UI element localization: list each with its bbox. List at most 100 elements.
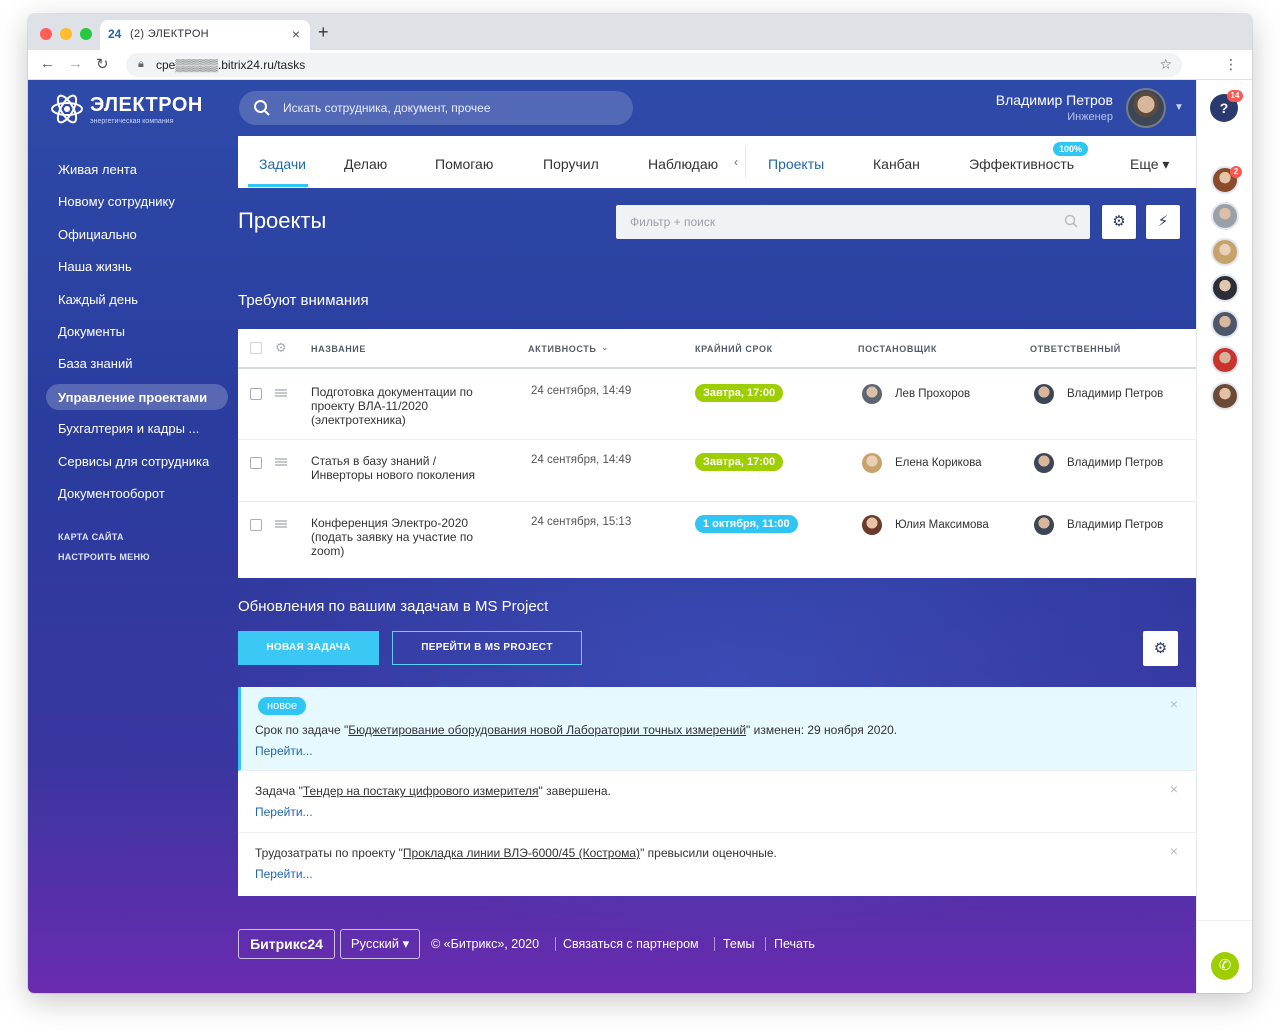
sidebar-item-employee-services[interactable]: Сервисы для сотрудника xyxy=(46,446,228,478)
address-bar[interactable]: 🔒︎ cpe▒▒▒▒▒.bitrix24.ru/tasks ☆ xyxy=(126,53,1182,77)
sitemap-link[interactable]: КАРТА САЙТА xyxy=(46,524,228,550)
avatar[interactable] xyxy=(862,384,882,404)
tab-projects[interactable]: Проекты xyxy=(768,156,824,172)
minimize-window-button[interactable] xyxy=(60,28,72,40)
responsible-name[interactable]: Владимир Петров xyxy=(1067,388,1163,400)
sidebar-item-our-life[interactable]: Наша жизнь xyxy=(46,251,228,283)
drag-handle-icon[interactable] xyxy=(275,389,287,397)
filter-search-input[interactable]: Фильтр + поиск xyxy=(616,205,1090,239)
column-responsible[interactable]: ОТВЕТСТВЕННЫЙ xyxy=(1030,344,1121,354)
maximize-window-button[interactable] xyxy=(80,28,92,40)
contact-partner-link[interactable]: Связаться с партнером xyxy=(563,937,699,951)
chevron-left-icon[interactable]: ‹ xyxy=(734,155,738,169)
tab-watching[interactable]: Наблюдаю xyxy=(648,156,718,172)
notice-task-link[interactable]: Тендер на постаку цифрового измерителя xyxy=(303,784,539,798)
notice-project-link[interactable]: Прокладка линии ВЛЭ-6000/45 (Кострома) xyxy=(403,846,640,860)
print-link[interactable]: Печать xyxy=(774,937,815,951)
column-creator[interactable]: ПОСТАНОВЩИК xyxy=(858,344,937,354)
tab-helping[interactable]: Помогаю xyxy=(435,156,493,172)
avatar[interactable] xyxy=(862,453,882,473)
bookmark-star-icon[interactable]: ☆ xyxy=(1159,56,1172,73)
row-checkbox[interactable] xyxy=(250,388,262,400)
deadline-badge[interactable]: Завтра, 17:00 xyxy=(695,384,784,402)
tab-tasks[interactable]: Задачи xyxy=(259,156,306,172)
avatar[interactable] xyxy=(862,515,882,535)
colleague-avatar[interactable] xyxy=(1211,202,1239,230)
column-name[interactable]: НАЗВАНИЕ xyxy=(311,344,366,354)
creator-name[interactable]: Лев Прохоров xyxy=(895,388,970,400)
user-avatar[interactable] xyxy=(1126,88,1166,128)
tab-doing[interactable]: Делаю xyxy=(344,156,387,172)
avatar[interactable] xyxy=(1034,384,1054,404)
colleague-avatar[interactable] xyxy=(1211,238,1239,266)
avatar[interactable] xyxy=(1034,515,1054,535)
chevron-down-icon[interactable]: ▼ xyxy=(1174,102,1184,113)
sidebar-item-every-day[interactable]: Каждый день xyxy=(46,284,228,316)
column-deadline[interactable]: КРАЙНИЙ СРОК xyxy=(695,344,773,354)
close-icon[interactable]: × xyxy=(1170,696,1178,712)
sidebar-item-new-employee[interactable]: Новому сотруднику xyxy=(46,186,228,218)
sidebar-item-official[interactable]: Официально xyxy=(46,219,228,251)
table-row[interactable]: Конференция Электро-2020 (подать заявку … xyxy=(238,502,1196,578)
gear-icon[interactable]: ⚙ xyxy=(1143,631,1178,666)
table-row[interactable]: Статья в базу знаний / Инверторы нового … xyxy=(238,440,1196,502)
sidebar-item-document-flow[interactable]: Документооборот xyxy=(46,478,228,510)
select-all-checkbox[interactable] xyxy=(250,342,262,354)
deadline-badge[interactable]: Завтра, 17:00 xyxy=(695,453,784,471)
browser-menu-icon[interactable]: ⋮ xyxy=(1224,56,1238,73)
task-name-link[interactable]: Статья в базу знаний / Инверторы нового … xyxy=(311,454,499,482)
notice-go-link[interactable]: Перейти... xyxy=(255,867,313,881)
bitrix24-footer-logo[interactable]: Битрикс24 xyxy=(238,929,335,959)
colleague-avatar[interactable] xyxy=(1211,382,1239,410)
sort-chevron-icon[interactable]: ⌄ xyxy=(601,342,609,353)
notice-task-link[interactable]: Бюджетирование оборудования новой Лабора… xyxy=(348,723,746,737)
lightning-icon[interactable]: ⚡︎ xyxy=(1146,205,1180,239)
gear-icon[interactable]: ⚙ xyxy=(1102,205,1136,239)
colleague-avatar[interactable] xyxy=(1211,310,1239,338)
language-select[interactable]: Русский ▾ xyxy=(340,929,420,959)
notice-go-link[interactable]: Перейти... xyxy=(255,805,313,819)
deadline-badge[interactable]: 1 октября, 11:00 xyxy=(695,515,798,533)
drag-handle-icon[interactable] xyxy=(275,520,287,528)
drag-handle-icon[interactable] xyxy=(275,458,287,466)
row-checkbox[interactable] xyxy=(250,457,262,469)
new-tab-button[interactable]: + xyxy=(318,23,329,41)
phone-icon[interactable]: ✆ xyxy=(1211,952,1239,980)
company-logo[interactable]: ЭЛЕКТРОН энергетическая компания xyxy=(50,92,220,132)
tab-efficiency[interactable]: Эффективность xyxy=(969,156,1074,172)
forward-arrow-icon[interactable]: → xyxy=(68,55,83,72)
table-row[interactable]: Подготовка документации по проекту ВЛА-1… xyxy=(238,371,1196,440)
tab-more[interactable]: Еще ▾ xyxy=(1130,156,1169,173)
tab-kanban[interactable]: Канбан xyxy=(873,156,920,172)
column-activity[interactable]: АКТИВНОСТЬ xyxy=(528,344,596,354)
close-window-button[interactable] xyxy=(40,28,52,40)
themes-link[interactable]: Темы xyxy=(723,937,754,951)
sidebar-item-documents[interactable]: Документы xyxy=(46,316,228,348)
sidebar-item-knowledge-base[interactable]: База знаний xyxy=(46,348,228,380)
reload-icon[interactable]: ↻ xyxy=(96,55,109,73)
task-name-link[interactable]: Подготовка документации по проекту ВЛА-1… xyxy=(311,385,499,427)
colleague-avatar[interactable] xyxy=(1211,274,1239,302)
avatar[interactable] xyxy=(1034,453,1054,473)
colleague-avatar[interactable] xyxy=(1211,346,1239,374)
row-checkbox[interactable] xyxy=(250,519,262,531)
back-arrow-icon[interactable]: ← xyxy=(40,55,55,72)
close-icon[interactable]: × xyxy=(1170,843,1178,859)
sidebar-item-project-management[interactable]: Управление проектами xyxy=(46,383,228,410)
creator-name[interactable]: Юлия Максимова xyxy=(895,519,989,531)
user-name[interactable]: Владимир Петров xyxy=(948,92,1113,108)
gear-icon[interactable]: ⚙ xyxy=(275,340,287,356)
close-icon[interactable]: × xyxy=(1170,781,1178,797)
browser-tab[interactable]: 24 (2) ЭЛЕКТРОН × xyxy=(100,20,310,50)
responsible-name[interactable]: Владимир Петров xyxy=(1067,519,1163,531)
sidebar-item-accounting-hr[interactable]: Бухгалтерия и кадры ... xyxy=(46,413,228,445)
open-ms-project-button[interactable]: ПЕРЕЙТИ В MS PROJECT xyxy=(392,631,582,665)
creator-name[interactable]: Елена Корикова xyxy=(895,457,982,469)
global-search-input[interactable]: Искать сотрудника, документ, прочее xyxy=(239,91,633,125)
responsible-name[interactable]: Владимир Петров xyxy=(1067,457,1163,469)
configure-menu-link[interactable]: НАСТРОИТЬ МЕНЮ xyxy=(46,550,228,570)
tab-assigned[interactable]: Поручил xyxy=(543,156,599,172)
close-tab-icon[interactable]: × xyxy=(292,26,300,42)
new-task-button[interactable]: НОВАЯ ЗАДАЧА xyxy=(238,631,379,665)
notice-go-link[interactable]: Перейти... xyxy=(255,744,313,758)
